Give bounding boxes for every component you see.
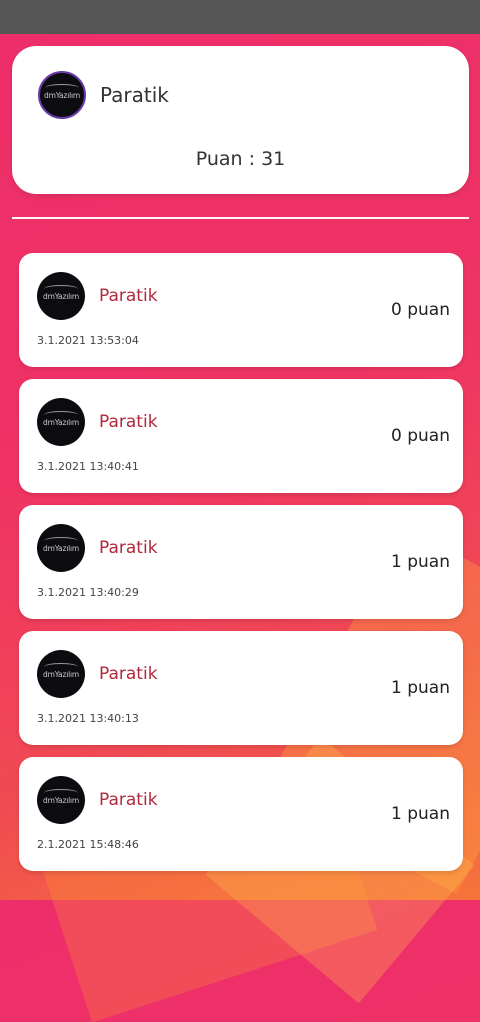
score-label: Puan : 31 — [195, 148, 286, 170]
status-bar — [0, 0, 480, 34]
entry-avatar: dmYazılım — [37, 776, 85, 824]
entry-date: 3.1.2021 13:53:04 — [37, 334, 139, 347]
entry-points: 0 puan — [391, 426, 450, 446]
entry-avatar: dmYazılım — [37, 650, 85, 698]
avatar-logo: dmYazılım — [43, 662, 79, 679]
avatar-logo: dmYazılım — [43, 536, 79, 553]
entry-avatar: dmYazılım — [37, 272, 85, 320]
entry-points: 1 puan — [391, 804, 450, 824]
history-card[interactable]: dmYazılım Paratik 1 puan 2.1.2021 15:48:… — [19, 757, 463, 871]
profile-name: Paratik — [100, 83, 169, 107]
profile-avatar[interactable]: dmYazılım — [38, 71, 86, 119]
entry-points: 1 puan — [391, 552, 450, 572]
divider — [12, 217, 469, 219]
history-card[interactable]: dmYazılım Paratik 1 puan 3.1.2021 13:40:… — [19, 631, 463, 745]
entry-date: 3.1.2021 13:40:41 — [37, 460, 139, 473]
history-card[interactable]: dmYazılım Paratik 0 puan 3.1.2021 13:53:… — [19, 253, 463, 367]
entry-date: 3.1.2021 13:40:29 — [37, 586, 139, 599]
entry-name: Paratik — [99, 538, 158, 558]
entry-date: 2.1.2021 15:48:46 — [37, 838, 139, 851]
avatar-logo: dmYazılım — [43, 410, 79, 427]
entry-name: Paratik — [99, 412, 158, 432]
entry-name: Paratik — [99, 790, 158, 810]
avatar-logo: dmYazılım — [44, 83, 80, 100]
history-card[interactable]: dmYazılım Paratik 1 puan 3.1.2021 13:40:… — [19, 505, 463, 619]
profile-card: dmYazılım Paratik Puan : 31 — [12, 46, 469, 194]
entry-date: 3.1.2021 13:40:13 — [37, 712, 139, 725]
entry-points: 0 puan — [391, 300, 450, 320]
entry-avatar: dmYazılım — [37, 524, 85, 572]
entry-name: Paratik — [99, 664, 158, 684]
entry-name: Paratik — [99, 286, 158, 306]
avatar-logo: dmYazılım — [43, 788, 79, 805]
entry-points: 1 puan — [391, 678, 450, 698]
avatar-logo: dmYazılım — [43, 284, 79, 301]
entry-avatar: dmYazılım — [37, 398, 85, 446]
history-card[interactable]: dmYazılım Paratik 0 puan 3.1.2021 13:40:… — [19, 379, 463, 493]
